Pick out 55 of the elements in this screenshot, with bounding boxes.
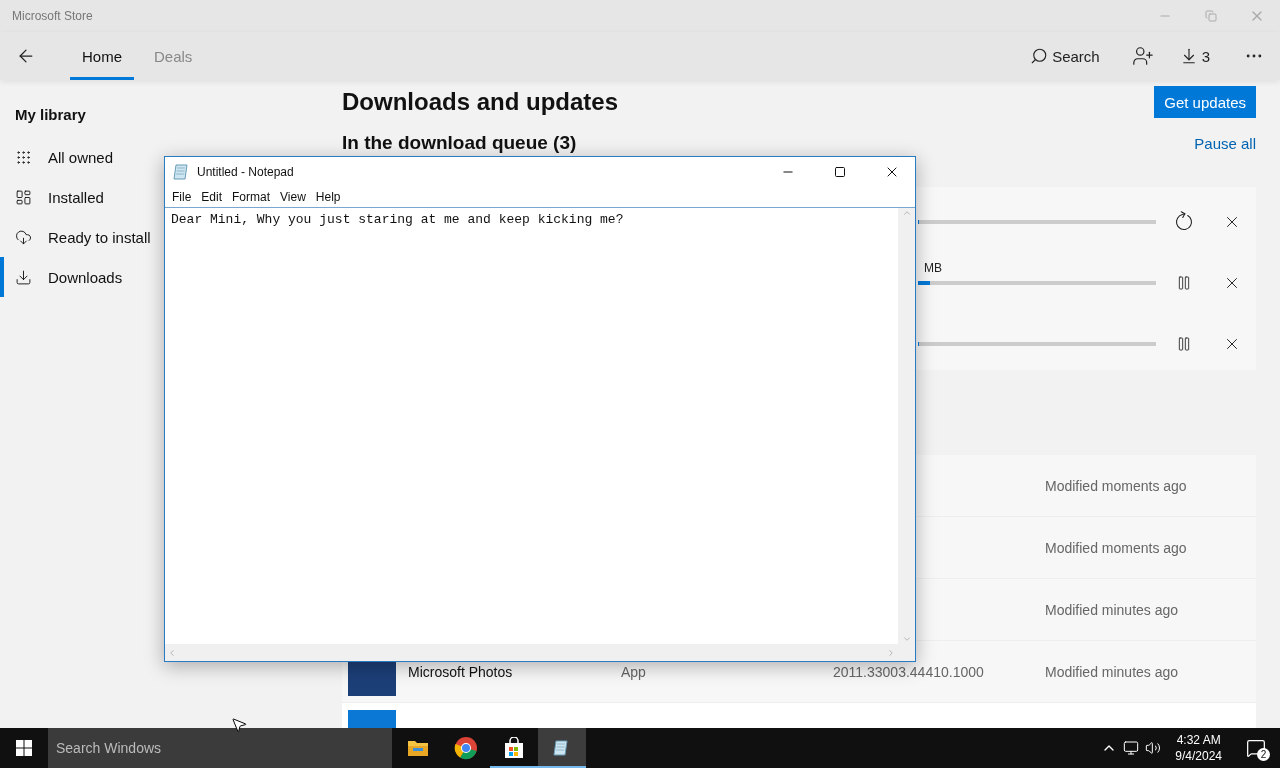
search-icon <box>1030 47 1049 65</box>
nav-tab[interactable]: Home <box>70 32 134 80</box>
sidebar-item[interactable]: Downloads <box>0 257 123 297</box>
vertical-scrollbar[interactable] <box>898 208 915 644</box>
scroll-up-icon[interactable] <box>901 208 912 218</box>
sidebar-item[interactable]: Installed <box>0 177 104 217</box>
notifications-button[interactable]: 2 <box>1236 728 1276 768</box>
chrome-icon <box>454 736 478 760</box>
get-updates-button[interactable]: Get updates <box>1154 86 1256 118</box>
search-field[interactable]: Search Windows <box>48 728 392 768</box>
grid-icon <box>15 148 32 166</box>
horizontal-scrollbar[interactable] <box>165 644 898 661</box>
app-version: 2011.33003.44410.1000 <box>833 663 984 680</box>
clock-time: 4:32 AM <box>1176 732 1221 748</box>
sidebar-item[interactable]: Ready to install <box>0 217 151 257</box>
scroll-down-icon[interactable] <box>901 634 912 644</box>
network-icon[interactable] <box>1123 740 1140 756</box>
download-icon <box>15 268 32 286</box>
notepad-icon <box>173 163 191 181</box>
page-title: Downloads and updates <box>342 88 619 116</box>
scroll-right-icon[interactable] <box>886 647 896 658</box>
text-area[interactable]: Dear Mini, Why you just staring at me and keep kicking me? <box>165 208 898 644</box>
windows-logo-icon <box>16 740 32 756</box>
menu-item[interactable]: View <box>275 190 311 204</box>
modified-time: Modified minutes ago <box>1045 601 1179 618</box>
search-button[interactable]: Search <box>1026 43 1104 69</box>
downloads-button[interactable]: 3 <box>1175 43 1214 69</box>
app-name: Microsoft Photos <box>408 663 513 680</box>
tiles-icon <box>15 188 32 206</box>
scroll-left-icon[interactable] <box>167 647 177 658</box>
section-heading: In the download queue (3) <box>342 132 577 154</box>
menu-item[interactable]: File <box>167 190 197 204</box>
message-icon <box>1246 738 1266 758</box>
download-status: MB <box>924 261 942 275</box>
cloud-icon <box>15 228 32 246</box>
shopping-bag-icon <box>503 737 525 759</box>
clock-date: 9/4/2024 <box>1175 748 1222 764</box>
modified-time: Modified moments ago <box>1045 539 1187 556</box>
folder-icon <box>407 739 429 757</box>
pause-all-link[interactable]: Pause all <box>1194 135 1256 152</box>
mouse-cursor-icon <box>230 716 248 734</box>
volume-icon[interactable] <box>1145 740 1162 756</box>
notepad-icon <box>553 739 571 757</box>
menu-item[interactable]: Edit <box>196 190 228 204</box>
modified-time: Modified minutes ago <box>1045 663 1179 680</box>
notification-count: 2 <box>1257 748 1270 761</box>
menu-item[interactable]: Format <box>227 190 276 204</box>
menu-item[interactable]: Help <box>310 190 346 204</box>
app-type: App <box>621 663 646 680</box>
window-title: Microsoft Store <box>12 9 94 23</box>
modified-time: Modified moments ago <box>1045 477 1187 494</box>
window-title: Untitled - Notepad <box>197 165 295 179</box>
taskbar-app-button[interactable] <box>538 728 586 768</box>
sidebar-item[interactable]: All owned <box>0 137 114 177</box>
sidebar-heading: My library <box>14 106 87 123</box>
